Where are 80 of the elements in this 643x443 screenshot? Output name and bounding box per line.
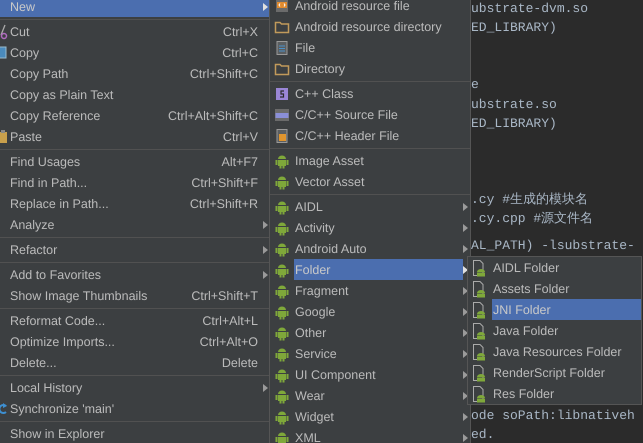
clipboard-icon bbox=[0, 128, 8, 144]
android-icon bbox=[274, 240, 290, 256]
menu-item[interactable]: Cut Ctrl+X bbox=[0, 21, 270, 42]
android-icon bbox=[274, 324, 290, 340]
android-icon bbox=[274, 220, 290, 236]
menu-item[interactable]: Assets Folder bbox=[468, 278, 641, 299]
menu-item[interactable]: Vector Asset bbox=[270, 171, 470, 192]
submenu-arrow-icon bbox=[463, 434, 468, 442]
android-file-icon bbox=[472, 384, 488, 402]
android-file-icon bbox=[472, 322, 488, 340]
code-line: AL_PATH) -lsubstrate- bbox=[471, 237, 635, 256]
code-line: e bbox=[471, 76, 479, 94]
menu-item[interactable]: Android resource directory bbox=[270, 16, 470, 37]
menu-item[interactable]: Synchronize 'main' bbox=[0, 398, 270, 419]
android-icon bbox=[274, 174, 290, 190]
menu-item[interactable]: Res Folder bbox=[468, 383, 641, 404]
resource-file-icon bbox=[274, 0, 290, 14]
menu-item[interactable]: Replace in Path... Ctrl+Shift+R bbox=[0, 193, 270, 214]
menu-item[interactable]: Java Folder bbox=[468, 320, 641, 341]
android-file-icon bbox=[472, 364, 488, 382]
scissors-icon bbox=[0, 24, 8, 40]
menu-item[interactable]: AIDL Folder bbox=[468, 257, 641, 278]
menu-item[interactable]: Delete... Delete bbox=[0, 352, 270, 373]
source-file-icon bbox=[274, 106, 290, 122]
android-icon bbox=[274, 408, 290, 424]
menu-item[interactable]: Android resource file bbox=[270, 0, 470, 16]
file-icon bbox=[274, 40, 290, 56]
code-line: ubstrate-dvm.so bbox=[471, 0, 588, 18]
header-file-icon bbox=[274, 128, 290, 144]
menu-item[interactable]: Widget bbox=[270, 406, 470, 427]
android-icon bbox=[274, 282, 290, 298]
android-file-icon bbox=[472, 300, 488, 318]
code-line: ED_LIBRARY) bbox=[471, 19, 557, 38]
android-file-icon bbox=[472, 258, 488, 276]
sync-icon bbox=[0, 400, 8, 416]
menu-item[interactable]: Paste Ctrl+V bbox=[0, 126, 270, 147]
submenu-arrow-icon bbox=[463, 202, 468, 210]
android-icon bbox=[274, 346, 290, 362]
menu-item[interactable]: File bbox=[270, 37, 470, 58]
android-icon bbox=[274, 262, 290, 278]
menu-item[interactable]: Activity bbox=[270, 217, 470, 238]
menu-item[interactable]: Optimize Imports... Ctrl+Alt+O bbox=[0, 331, 270, 352]
menu-item[interactable]: Image Asset bbox=[270, 150, 470, 171]
menu-item[interactable]: New bbox=[0, 0, 270, 17]
menu-item[interactable]: Show in Explorer bbox=[0, 423, 270, 443]
class-icon bbox=[274, 86, 290, 102]
code-line: ED_LIBRARY) bbox=[471, 114, 557, 133]
submenu-arrow-icon bbox=[463, 412, 468, 420]
android-icon bbox=[274, 430, 290, 443]
copy-icon bbox=[0, 44, 8, 60]
android-icon bbox=[274, 388, 290, 404]
menu-item[interactable]: Find Usages Alt+F7 bbox=[0, 151, 270, 172]
menu-item[interactable]: Show Image Thumbnails Ctrl+Shift+T bbox=[0, 285, 270, 306]
menu-item[interactable]: XML bbox=[270, 427, 470, 443]
menu-item[interactable]: C++ Class bbox=[270, 83, 470, 104]
code-line: .cy.cpp #源文件名 bbox=[471, 210, 594, 228]
menu-item[interactable]: Copy Ctrl+C bbox=[0, 42, 270, 63]
code-line: .cy #生成的模块名 bbox=[471, 191, 588, 209]
menu-item[interactable]: Find in Path... Ctrl+Shift+F bbox=[0, 172, 270, 193]
menu-item[interactable]: RenderScript Folder bbox=[468, 362, 641, 383]
submenu-arrow-icon bbox=[463, 224, 468, 232]
menu-item[interactable]: C/C++ Source File bbox=[270, 104, 470, 125]
code-line: ed. bbox=[471, 426, 494, 443]
android-icon bbox=[274, 366, 290, 382]
menu-item[interactable]: Copy Path Ctrl+Shift+C bbox=[0, 63, 270, 84]
android-icon bbox=[274, 304, 290, 320]
android-file-icon bbox=[472, 342, 488, 360]
menu-item[interactable]: Java Resources Folder bbox=[468, 341, 641, 362]
menu-item[interactable]: Copy Reference Ctrl+Alt+Shift+C bbox=[0, 105, 270, 126]
menu-item[interactable]: Reformat Code... Ctrl+Alt+L bbox=[0, 310, 270, 331]
menu-item[interactable]: Copy as Plain Text bbox=[0, 84, 270, 105]
menu-item[interactable]: C/C++ Header File bbox=[270, 125, 470, 146]
android-icon bbox=[274, 152, 290, 168]
menu-item[interactable]: Android Auto bbox=[270, 238, 470, 259]
code-line: ubstrate.so bbox=[471, 96, 557, 114]
menu-item[interactable]: Directory bbox=[270, 58, 470, 79]
android-file-icon bbox=[472, 280, 488, 298]
code-line: ode soPath:libnativeh bbox=[471, 407, 635, 426]
android-icon bbox=[274, 198, 290, 214]
menu-item[interactable]: AIDL bbox=[270, 196, 470, 217]
